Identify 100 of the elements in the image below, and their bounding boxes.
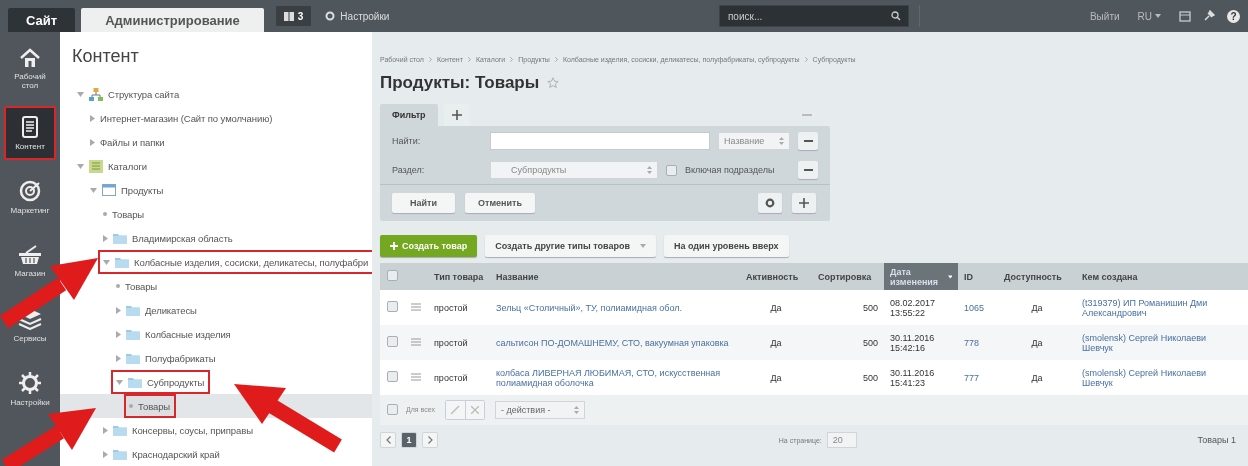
table-cell[interactable]: Зельц «Столичный», ТУ, полиамидная обол. [496, 302, 734, 313]
remove-button[interactable] [798, 161, 818, 179]
next-page-button[interactable] [422, 432, 438, 448]
sidebar-item[interactable]: Контент [4, 106, 56, 160]
sidebar-item[interactable]: Магазин [4, 234, 56, 288]
add-button[interactable] [792, 193, 816, 213]
tree-item[interactable]: Колбасные изделия [111, 322, 237, 346]
page-button[interactable]: 1 [401, 432, 417, 448]
expand-arrow-icon[interactable] [103, 259, 110, 265]
chevron-right-icon [804, 56, 808, 62]
search-input[interactable] [490, 132, 710, 150]
notifications-button[interactable]: 3 [275, 6, 312, 26]
help-button[interactable]: ? [1227, 9, 1240, 23]
expand-arrow-icon[interactable] [116, 306, 121, 314]
settings-button[interactable] [758, 193, 782, 213]
tree-item[interactable]: Краснодарский край [98, 442, 226, 466]
expand-arrow-icon[interactable] [116, 379, 123, 385]
table-cell-text: 500 [861, 372, 878, 383]
language-select[interactable]: RU [1137, 10, 1161, 22]
toolbar-button[interactable]: Создать другие типы товаров [485, 235, 656, 257]
tree-item[interactable]: Интернет-магазин (Сайт по умолчанию) [85, 106, 279, 130]
expand-arrow-icon[interactable] [116, 354, 121, 362]
expand-arrow-icon[interactable] [90, 138, 95, 146]
table-cell-text: Да [769, 302, 783, 313]
table-cell[interactable]: (t319379) ИП Романишин Дми Александрович [1082, 297, 1248, 318]
table-cell[interactable]: 1065 [964, 302, 992, 313]
expand-arrow-icon[interactable] [77, 91, 84, 97]
actions-select[interactable]: - действия - [494, 401, 585, 419]
table-cell[interactable]: колбаса ЛИВЕРНАЯ ЛЮБИМАЯ, СТО, искусственная полиамидная оболочка [496, 367, 734, 388]
sidebar-item[interactable]: Сервисы [4, 298, 56, 352]
checkbox[interactable] [666, 164, 677, 176]
sidebar-item[interactable]: Маркетинг [4, 170, 56, 224]
expand-arrow-icon[interactable] [103, 450, 108, 458]
item-count: Товары 1 [1197, 435, 1236, 445]
top-tab[interactable]: Администрирование [81, 8, 264, 32]
top-tab[interactable]: Сайт [8, 8, 76, 32]
folder-icon [126, 304, 140, 316]
settings-link[interactable]: Настройки [325, 10, 390, 22]
expand-arrow-icon[interactable] [90, 114, 95, 122]
tree-item[interactable]: Продукты [85, 178, 170, 202]
window-icon[interactable] [1179, 10, 1191, 22]
bullet-icon [103, 212, 107, 216]
row-checkbox[interactable] [386, 301, 398, 312]
pin-icon[interactable] [1203, 10, 1215, 22]
bullet-icon [129, 404, 133, 408]
tree-item[interactable]: Товары [111, 274, 164, 298]
edit-button[interactable] [445, 401, 465, 419]
table-cell[interactable]: 777 [964, 372, 992, 383]
expand-arrow-icon[interactable] [90, 187, 97, 193]
table-cell-text: 30.11.2016 15:41:23 [890, 367, 936, 388]
filter-button[interactable]: Найти [392, 193, 455, 213]
tree-item[interactable]: Владимирская область [98, 226, 239, 250]
chevron-right-icon [428, 56, 432, 62]
column-header[interactable]: Доступность [998, 263, 1076, 290]
logout-link[interactable]: Выйти [1089, 10, 1120, 22]
expand-arrow-icon[interactable] [116, 330, 121, 338]
sidebar-item[interactable]: Настройки [4, 362, 56, 416]
tree-item[interactable]: Структура сайта [72, 82, 186, 106]
star-icon[interactable] [547, 77, 560, 89]
column-header[interactable]: Название [490, 263, 740, 290]
column-header[interactable]: Тип товара [428, 263, 490, 290]
sidebar-item[interactable]: Рабочий стол [4, 42, 56, 96]
section-select[interactable]: Субпродукты [490, 161, 658, 179]
column-header[interactable]: Сортировка [812, 263, 884, 290]
column-header[interactable]: ID [958, 263, 998, 290]
tree-item[interactable]: Каталоги [72, 154, 154, 178]
search-field[interactable]: поиск... [718, 5, 909, 27]
tree-item[interactable]: Файлы и папки [85, 130, 171, 154]
chevron-right-icon [554, 56, 558, 62]
column-header[interactable]: Дата изменения [884, 263, 958, 290]
column-header[interactable]: Активность [740, 263, 812, 290]
filter-button[interactable]: Отменить [465, 193, 535, 213]
previous-page-button[interactable] [380, 432, 396, 448]
row-checkbox[interactable] [386, 371, 398, 382]
expand-arrow-icon[interactable] [77, 163, 84, 169]
tree-item[interactable]: Полуфабрикаты [111, 346, 222, 370]
tree-item[interactable]: Товары [124, 394, 177, 418]
filter-label: Найти: [392, 136, 422, 146]
filter-tab[interactable]: Фильтр [380, 104, 438, 126]
toolbar-button[interactable]: На один уровень вверх [663, 235, 789, 257]
remove-button[interactable] [798, 132, 818, 150]
tree-item[interactable]: Колбасные изделия, сосиски, деликатесы, полуфабри [98, 250, 372, 274]
select-all-checkbox[interactable] [386, 403, 398, 415]
tree-item[interactable]: Товары [98, 202, 151, 226]
tree-item[interactable]: Консервы, соусы, приправы [98, 418, 259, 442]
field-select[interactable]: Название [718, 132, 790, 150]
tree-item[interactable]: Деликатесы [111, 298, 203, 322]
updown-icon [647, 166, 652, 174]
table-cell[interactable]: (smolensk) Сергей Николаеви Шевчук [1082, 367, 1248, 388]
select-all-checkbox[interactable] [386, 270, 398, 281]
column-header[interactable]: Кем создана [1076, 263, 1248, 290]
catalog-icon [89, 159, 103, 173]
menu-icon[interactable] [411, 372, 421, 381]
menu-icon[interactable] [411, 337, 421, 346]
expand-arrow-icon[interactable] [103, 426, 108, 434]
menu-icon[interactable] [411, 302, 421, 311]
per-page-select[interactable]: 20 [826, 432, 857, 448]
row-checkbox[interactable] [386, 336, 398, 347]
expand-arrow-icon[interactable] [103, 234, 108, 242]
table-cell-text: простой [434, 337, 469, 348]
